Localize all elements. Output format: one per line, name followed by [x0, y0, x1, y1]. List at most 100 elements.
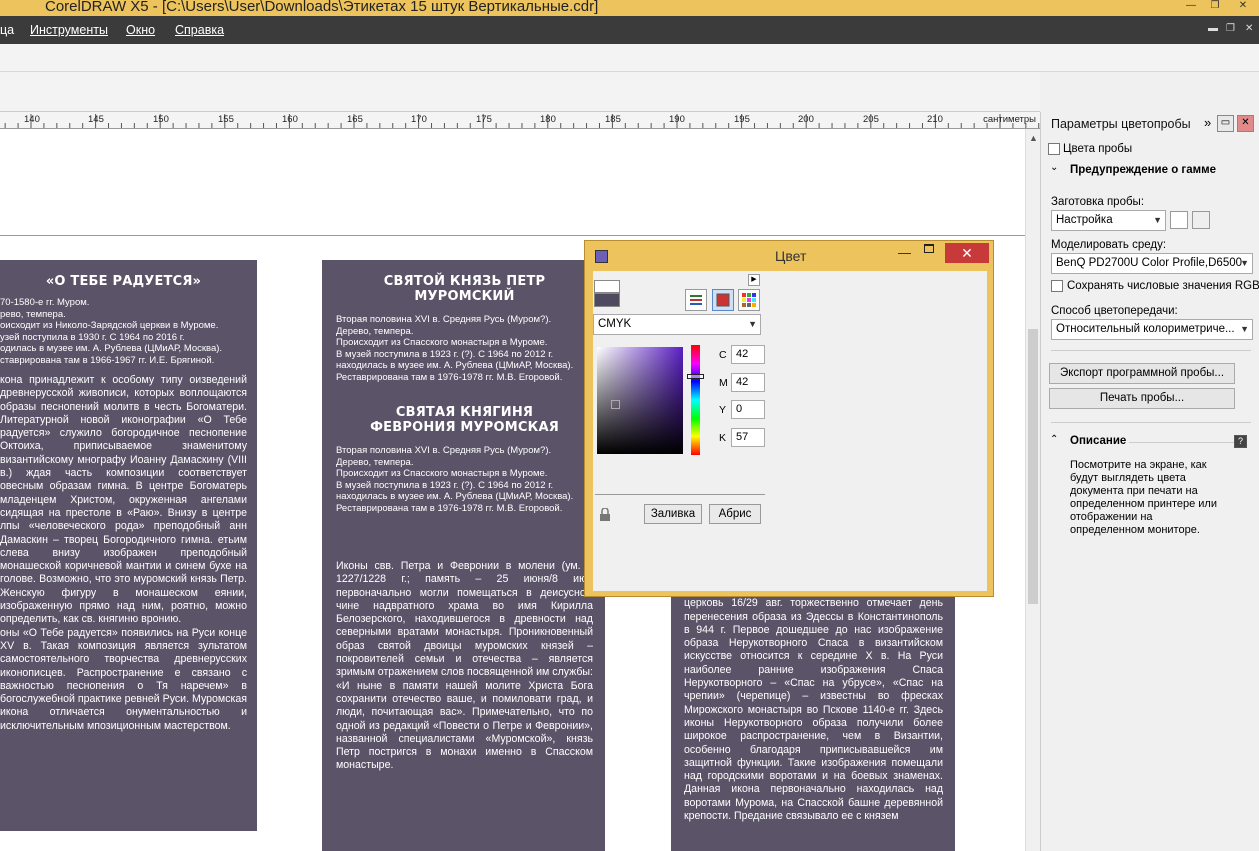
color-palettes-icon[interactable] [738, 289, 760, 311]
help-icon[interactable]: ? [1234, 435, 1247, 448]
description-text: Посмотрите на экране, как будут выглядет… [1070, 459, 1217, 536]
gamut-warning-header[interactable]: Предупреждение о гамме [1070, 164, 1216, 176]
doc-close-icon[interactable]: ✕ [1245, 23, 1253, 34]
doc-minimize-icon[interactable]: ▬ [1208, 23, 1218, 34]
preset-select[interactable]: Настройка ▼ [1051, 210, 1166, 231]
page-border [0, 235, 1025, 236]
proof-settings-docker: Параметры цветопробы » ▭ ✕ Цвета пробы ⌄… [1040, 112, 1259, 851]
channel-label: C [719, 349, 727, 361]
fill-button[interactable]: Заливка [644, 504, 702, 524]
cmyk-c-row: C 42 [719, 345, 779, 365]
hue-handle[interactable] [687, 374, 704, 379]
color-model-value: CMYK [598, 318, 632, 330]
label-meta: 70-1580-е гг. Муром. рево, темпера. оисх… [0, 297, 247, 366]
chevron-down-icon: ▼ [1240, 324, 1249, 334]
label-petr-fevronia[interactable]: СВЯТОЙ КНЯЗЬ ПЕТР МУРОМСКИЙ Вторая полов… [322, 260, 605, 851]
meta-line: одилась в музее им. А. Рублева (ЦМиАР, М… [0, 343, 223, 354]
label-body: кона принадлежит к особому типу оизведен… [0, 374, 247, 626]
preserve-rgb-checkbox[interactable] [1051, 280, 1063, 292]
channel-m-input[interactable]: 42 [731, 373, 765, 392]
print-proof-button[interactable]: Печать пробы... [1049, 388, 1235, 409]
simulate-select[interactable]: BenQ PD2700U Color Profile,D6500 ▼ [1051, 253, 1253, 274]
preserve-rgb-label: Сохранять числовые значения RGB [1067, 280, 1259, 292]
window-title: CorelDRAW X5 - [C:\Users\User\Downloads\… [45, 0, 599, 15]
doc-restore-icon[interactable]: ❐ [1226, 23, 1235, 34]
export-proof-button[interactable]: Экспорт программной пробы... [1049, 363, 1235, 384]
save-preset-icon[interactable] [1170, 211, 1188, 229]
channel-k-input[interactable]: 57 [731, 428, 765, 447]
channel-y-input[interactable]: 0 [731, 400, 765, 419]
collapse-up-icon[interactable]: ⌃ [1050, 434, 1058, 445]
proof-colors-label: Цвета пробы [1063, 143, 1133, 155]
ruler-label: 145 [88, 114, 104, 125]
outline-button[interactable]: Абрис [709, 504, 761, 524]
color-model-select[interactable]: CMYK ▼ [593, 314, 761, 335]
scroll-thumb[interactable] [1028, 329, 1038, 604]
docker-close-icon[interactable]: ✕ [1237, 115, 1254, 132]
dialog-minimize-icon[interactable]: — [898, 245, 911, 260]
ruler-label: 155 [218, 114, 234, 125]
ruler-label: 185 [605, 114, 621, 125]
minimize-button[interactable]: — [1180, 0, 1202, 14]
divider [1129, 442, 1235, 443]
palette-glyph [742, 293, 756, 307]
divider [1051, 350, 1251, 351]
docker-title: Параметры цветопробы [1051, 117, 1191, 131]
ruler-label: 150 [153, 114, 169, 125]
vertical-scrollbar[interactable]: ▲ [1025, 129, 1040, 851]
property-bar [0, 72, 1040, 112]
preset-label: Заготовка пробы: [1051, 196, 1145, 208]
old-color-swatch [594, 293, 620, 307]
hue-slider[interactable] [687, 345, 704, 455]
label-meta: Вторая половина XVI в. Средняя Русь (Мур… [336, 445, 593, 514]
meta-line: ставрирована там в 1966-1967 гг. И.Е. Бр… [0, 354, 215, 366]
delete-preset-icon[interactable] [1192, 211, 1210, 229]
meta-line: 70-1580-е гг. Муром. [0, 297, 90, 308]
standard-toolbar [0, 44, 1259, 72]
ruler-label: 160 [282, 114, 298, 125]
lock-icon[interactable] [599, 508, 611, 522]
simulate-value: BenQ PD2700U Color Profile,D6500 [1056, 257, 1243, 269]
color-dialog-icon [595, 250, 608, 263]
color-sliders-icon[interactable] [685, 289, 707, 311]
dialog-maximize-icon[interactable] [924, 244, 934, 253]
dialog-close-icon[interactable]: ✕ [945, 243, 989, 263]
title-bar: CorelDRAW X5 - [C:\Users\User\Downloads\… [0, 0, 1259, 16]
label-title: СВЯТОЙ КНЯЗЬ ПЕТР МУРОМСКИЙ [383, 274, 546, 304]
rendering-label: Способ цветопередачи: [1051, 305, 1178, 317]
docker-expand-icon[interactable]: » [1204, 115, 1211, 130]
color-picker-area[interactable] [597, 347, 683, 454]
menu-item-partial[interactable]: ца [0, 23, 14, 37]
dialog-title-bar[interactable]: Цвет — ✕ [585, 241, 993, 271]
expand-arrow-icon[interactable]: ▶ [748, 274, 760, 286]
menu-bar: ца Инструменты Окно Справка ▬ ❐ ✕ [0, 16, 1259, 44]
channel-c-input[interactable]: 42 [731, 345, 765, 364]
maximize-button[interactable]: ❐ [1204, 0, 1226, 14]
meta-line: Реставрирована там в 1976-1978 гг. М.В. … [336, 371, 563, 383]
simulate-label: Моделировать среду: [1051, 239, 1167, 251]
meta-line: В музей поступила в 1923 г. (?). С 1964 … [336, 479, 554, 491]
description-header[interactable]: Описание [1070, 435, 1126, 447]
rendering-select[interactable]: Относительный колориметриче... ▼ [1051, 319, 1253, 340]
proof-colors-checkbox[interactable] [1048, 143, 1060, 155]
docker-minimize-icon[interactable]: ▭ [1217, 115, 1234, 132]
ruler-label: 175 [476, 114, 492, 125]
menu-item-window[interactable]: Окно [126, 23, 155, 37]
collapse-icon[interactable]: ⌄ [1050, 162, 1058, 173]
label-o-tebe-raduetsya[interactable]: «О ТЕБЕ РАДУЕТСЯ» 70-1580-е гг. Муром. р… [0, 260, 257, 831]
ruler-label: 210 [927, 114, 943, 125]
close-button[interactable]: ✕ [1232, 0, 1254, 14]
meta-line: Вторая половина XVI в. Средняя Русь (Мур… [336, 445, 552, 456]
label-title: «О ТЕБЕ РАДУЕТСЯ» [45, 274, 202, 289]
menu-item-help[interactable]: Справка [175, 23, 224, 37]
meta-line: рево, темпера. [0, 308, 66, 320]
dialog-title: Цвет [775, 248, 807, 264]
color-dialog[interactable]: Цвет — ✕ ▶ CMYK ▼ C 42 M 42 Y 0 K 57 Зал… [584, 240, 994, 597]
menu-item-tools[interactable]: Инструменты [30, 23, 108, 37]
color-viewer-icon[interactable] [712, 289, 734, 311]
label-body: Иконы свв. Петра и Февронии в молени (ум… [336, 560, 593, 772]
picker-marker[interactable] [611, 400, 620, 409]
dialog-body: ▶ CMYK ▼ C 42 M 42 Y 0 K 57 Заливка Абри… [593, 271, 987, 591]
horizontal-ruler[interactable]: 140 145 150 155 160 165 170 175 180 185 … [0, 112, 1040, 129]
scroll-up-icon[interactable]: ▲ [1029, 133, 1038, 143]
